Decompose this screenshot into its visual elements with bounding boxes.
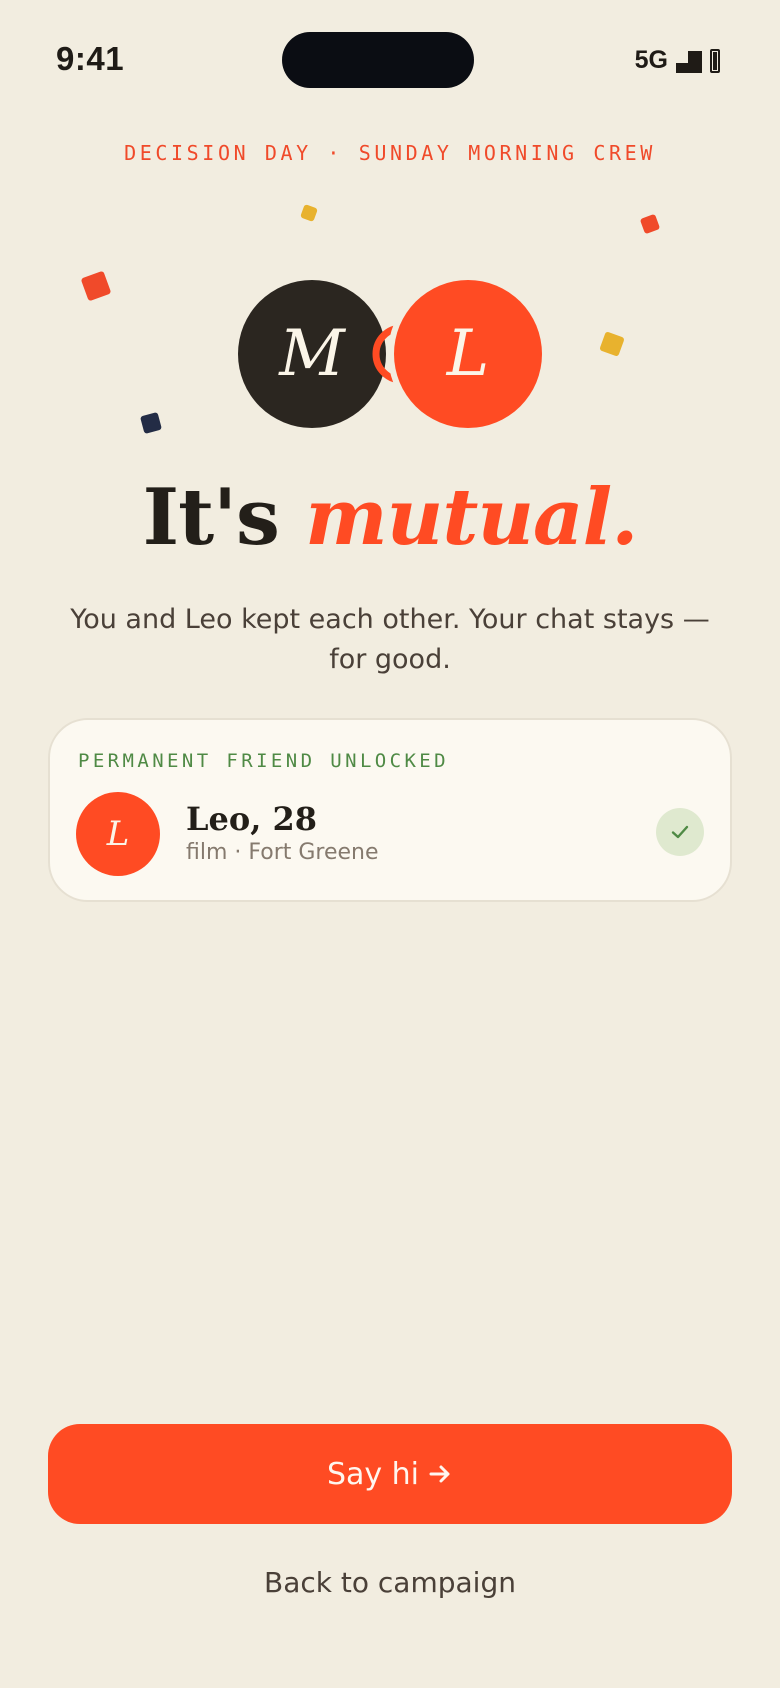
friend-meta: film · Fort Greene — [186, 840, 379, 865]
say-hi-button[interactable]: Say hi — [48, 1424, 732, 1524]
status-time: 9:41 — [56, 40, 125, 77]
check-icon — [656, 808, 704, 856]
headline-accent: mutual. — [305, 472, 638, 563]
arrow-right-icon — [429, 1465, 450, 1483]
back-to-campaign-link[interactable]: Back to campaign — [0, 1566, 780, 1599]
status-indicators: 5G — [635, 46, 720, 75]
confetti-piece — [599, 331, 625, 357]
friend-card-label: PERMANENT FRIEND UNLOCKED — [78, 750, 449, 772]
friend-name: Leo, 28 — [186, 800, 318, 838]
battery-icon — [710, 48, 720, 73]
confetti-piece — [80, 270, 112, 302]
friend-card[interactable]: PERMANENT FRIEND UNLOCKED L Leo, 28 film… — [48, 718, 732, 902]
match-avatar: L — [394, 280, 542, 428]
friend-avatar: L — [76, 792, 160, 876]
confetti-piece — [139, 411, 163, 435]
dynamic-island — [282, 32, 474, 88]
network-label: 5G — [634, 46, 668, 74]
confetti-piece — [639, 213, 661, 235]
user-avatar: M — [238, 280, 386, 428]
signal-icon — [676, 50, 702, 73]
say-hi-label: Say hi — [326, 1456, 420, 1492]
match-description: You and Leo kept each other. Your chat s… — [70, 604, 710, 675]
confetti-piece — [300, 204, 318, 222]
page-title: It's mutual. — [0, 472, 780, 563]
campaign-eyebrow: DECISION DAY · SUNDAY MORNING CREW — [124, 141, 656, 165]
headline-lead: It's — [142, 472, 280, 563]
